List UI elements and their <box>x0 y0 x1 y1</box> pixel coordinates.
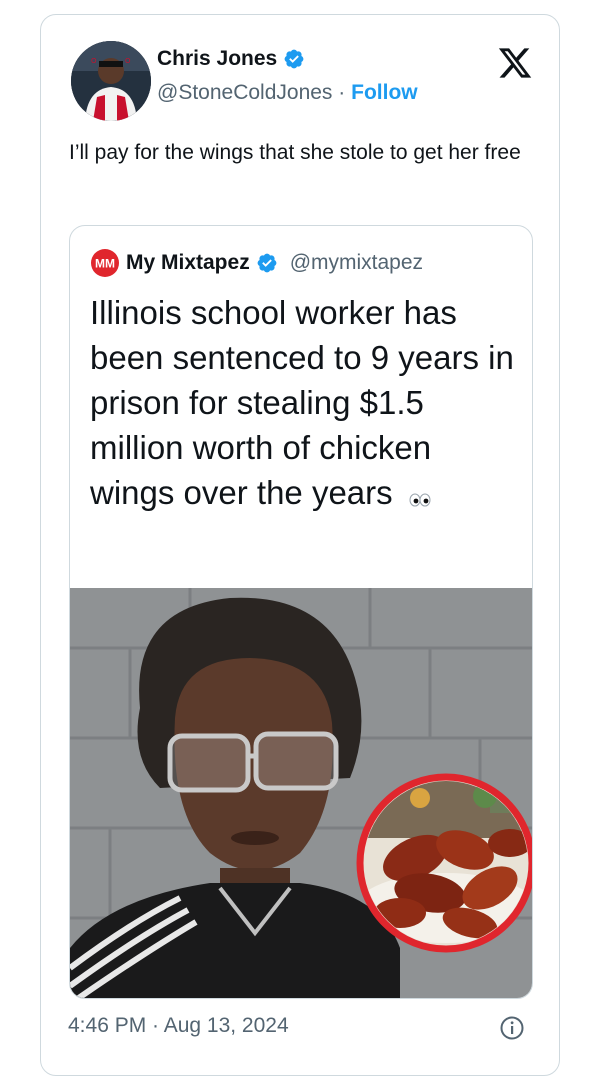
follow-button[interactable]: Follow <box>351 81 418 104</box>
info-icon[interactable] <box>499 1015 525 1041</box>
tweet-card: O O Chris Jones @StoneColdJones · Follow… <box>40 14 560 1076</box>
avatar-image: O O <box>71 41 151 121</box>
author-avatar[interactable]: O O <box>71 41 151 121</box>
quoted-tweet-header: MM My Mixtapez @mymixtapez <box>90 248 423 278</box>
quoted-tweet-text-block: Illinois school worker has been sentence… <box>90 290 520 518</box>
eyes-emoji-icon <box>408 473 432 518</box>
x-logo-icon[interactable] <box>497 45 533 81</box>
quoted-tweet-image[interactable] <box>70 588 532 998</box>
svg-text:O: O <box>91 57 97 65</box>
author-handle[interactable]: @StoneColdJones <box>157 81 332 104</box>
quoted-tweet[interactable]: MM My Mixtapez @mymixtapez Illinois scho… <box>69 225 533 999</box>
svg-text:O: O <box>125 57 131 65</box>
author-name-text: Chris Jones <box>157 47 278 70</box>
quoted-author-name[interactable]: My Mixtapez <box>126 251 250 275</box>
author-name[interactable]: Chris Jones <box>157 47 305 71</box>
tweet-timestamp[interactable]: 4:46 PM · Aug 13, 2024 <box>68 1014 289 1038</box>
verified-badge-icon <box>283 48 305 70</box>
tweet-text: I’ll pay for the wings that she stole to… <box>69 141 521 164</box>
verified-badge-icon <box>256 252 278 274</box>
author-meta: @StoneColdJones · Follow <box>157 81 418 105</box>
meta-separator: · <box>338 81 346 104</box>
quoted-author-handle[interactable]: @mymixtapez <box>290 251 423 275</box>
quoted-tweet-text: Illinois school worker has been sentence… <box>90 294 514 511</box>
mymixtapez-logo: MM <box>90 248 120 278</box>
mm-logo-text: MM <box>95 257 115 271</box>
